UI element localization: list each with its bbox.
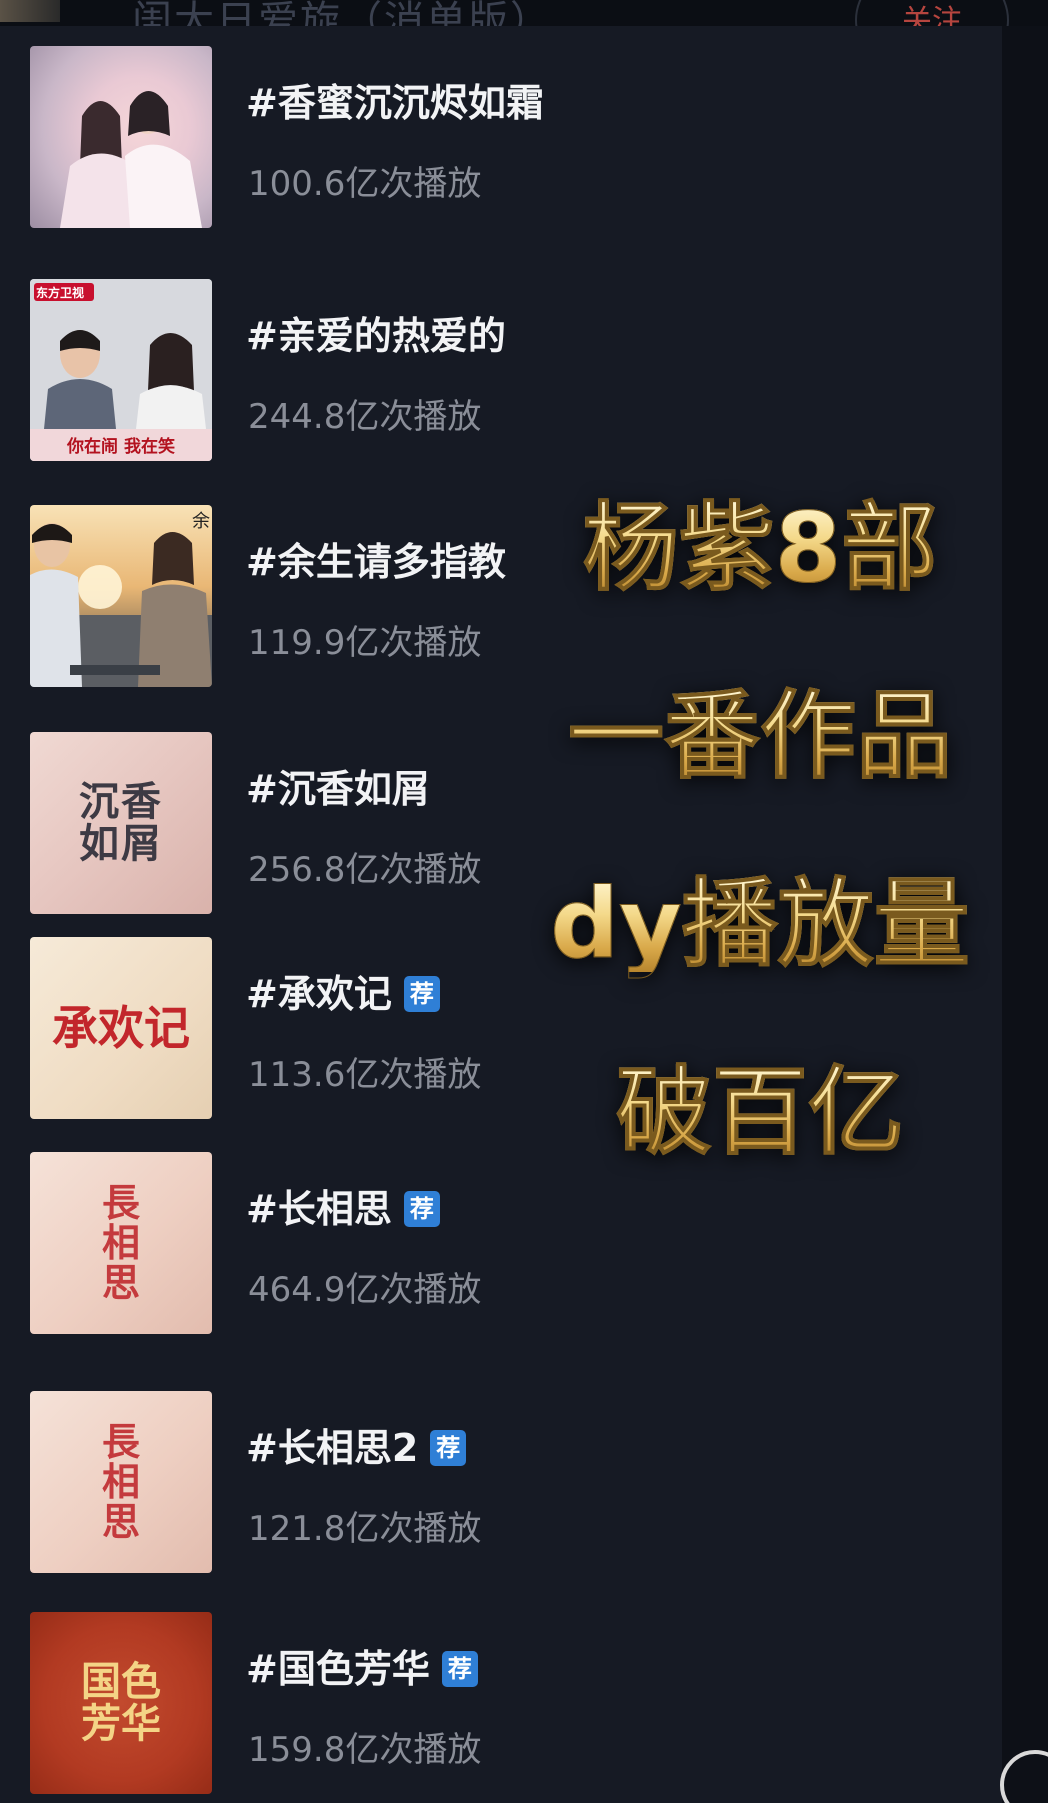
item-title[interactable]: #长相思2 荐: [246, 1417, 467, 1472]
play-count: 159.8亿次播放: [248, 1730, 482, 1770]
poster-thumbnail[interactable]: 沉香如屑: [30, 732, 212, 914]
poster-figures-icon: [60, 91, 202, 228]
recommend-badge: 荐: [441, 1650, 478, 1687]
poster-calligraphy: 国色芳华: [81, 1658, 161, 1747]
recommend-badge: 荐: [430, 1429, 467, 1466]
poster-figures-icon: [30, 523, 212, 687]
item-title[interactable]: #沉香如屑: [246, 758, 430, 813]
recommend-badge: 荐: [403, 1190, 440, 1227]
poster-thumbnail[interactable]: 長相思: [30, 1391, 212, 1573]
play-count: 464.9亿次播放: [248, 1270, 482, 1310]
headline-line: 一番作品: [520, 688, 1000, 785]
panel-edge: [1002, 26, 1048, 1803]
poster-logo: 东方卫视: [36, 286, 85, 300]
item-title-text[interactable]: #国色芳华: [246, 1647, 430, 1691]
poster-thumbnail[interactable]: 余: [30, 505, 212, 687]
poster-calligraphy: 長相思: [101, 1180, 140, 1305]
list-item[interactable]: #香蜜沉沉烬如霜 100.6亿次播放: [30, 46, 970, 228]
poster-calligraphy: 沉香如屑: [79, 778, 163, 867]
list-item[interactable]: 長相思 #长相思2 荐 121.8亿次播放: [30, 1391, 970, 1573]
poster-caption: 你在闹 我在笑: [67, 437, 175, 457]
item-title-text[interactable]: #长相思2: [246, 1426, 418, 1470]
headline-line: dy播放量: [520, 876, 1000, 973]
poster-calligraphy: 承欢记: [52, 1000, 190, 1055]
poster-thumbnail[interactable]: 国色芳华: [30, 1612, 212, 1794]
headline-line: 破百亿: [520, 1064, 1000, 1161]
item-title[interactable]: #承欢记荐: [246, 963, 440, 1018]
poster-caption: 余: [192, 511, 210, 532]
headline-line: 杨紫8部: [520, 500, 1000, 597]
play-count: 113.6亿次播放: [248, 1055, 482, 1095]
item-title[interactable]: #余生请多指教: [246, 531, 506, 586]
play-count: 244.8亿次播放: [248, 397, 482, 437]
item-title-text[interactable]: #承欢记: [246, 972, 392, 1016]
item-title[interactable]: #国色芳华荐: [246, 1638, 478, 1693]
play-count: 100.6亿次播放: [248, 164, 482, 204]
play-count: 121.8亿次播放: [248, 1509, 482, 1549]
poster-calligraphy: 長相思: [101, 1419, 140, 1544]
list-item[interactable]: 国色芳华 #国色芳华荐 159.8亿次播放: [30, 1612, 970, 1794]
headline-overlay: 杨紫8部 一番作品 dy播放量 破百亿: [520, 500, 1000, 1252]
poster-thumbnail[interactable]: 長相思: [30, 1152, 212, 1334]
item-title-text[interactable]: #长相思: [246, 1187, 392, 1231]
play-count: 119.9亿次播放: [248, 623, 482, 663]
poster-thumbnail[interactable]: 承欢记: [30, 937, 212, 1119]
item-title[interactable]: #亲爱的热爱的: [246, 305, 506, 360]
poster-thumbnail[interactable]: [30, 46, 212, 228]
recommend-badge: 荐: [403, 975, 440, 1012]
header-avatar[interactable]: [0, 0, 60, 22]
screen: 闺大日爱旋（消单版） 关注 #香蜜沉沉烬如霜 100.6亿次播放 东方卫视 你在…: [0, 0, 1048, 1803]
item-title[interactable]: #香蜜沉沉烬如霜: [246, 72, 544, 127]
list-item[interactable]: 东方卫视 你在闹 我在笑 #亲爱的热爱的 244.8亿次播放: [30, 279, 970, 461]
play-count: 256.8亿次播放: [248, 850, 482, 890]
poster-thumbnail[interactable]: 东方卫视 你在闹 我在笑: [30, 279, 212, 461]
item-title[interactable]: #长相思荐: [246, 1178, 440, 1233]
